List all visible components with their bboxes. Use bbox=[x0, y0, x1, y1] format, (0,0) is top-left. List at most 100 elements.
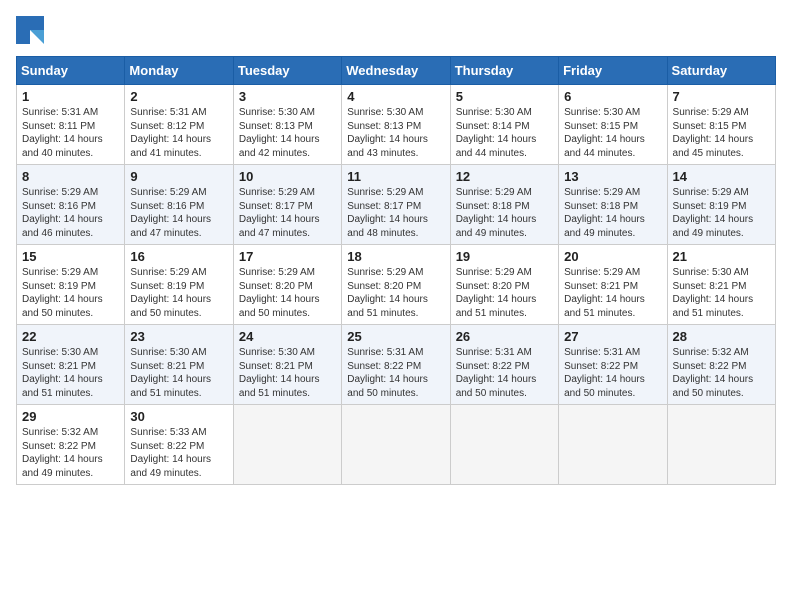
day-info: Sunrise: 5:29 AMSunset: 8:17 PMDaylight:… bbox=[347, 186, 444, 240]
page-header bbox=[16, 16, 776, 44]
calendar-cell: 12 Sunrise: 5:29 AMSunset: 8:18 PMDaylig… bbox=[450, 165, 558, 245]
calendar-cell: 9 Sunrise: 5:29 AMSunset: 8:16 PMDayligh… bbox=[125, 165, 233, 245]
day-number: 9 bbox=[130, 169, 227, 184]
calendar-cell: 16 Sunrise: 5:29 AMSunset: 8:19 PMDaylig… bbox=[125, 245, 233, 325]
calendar-cell: 6 Sunrise: 5:30 AMSunset: 8:15 PMDayligh… bbox=[559, 85, 667, 165]
day-info: Sunrise: 5:31 AMSunset: 8:12 PMDaylight:… bbox=[130, 106, 227, 160]
day-number: 25 bbox=[347, 329, 444, 344]
day-number: 8 bbox=[22, 169, 119, 184]
day-info: Sunrise: 5:29 AMSunset: 8:20 PMDaylight:… bbox=[239, 266, 336, 320]
day-info: Sunrise: 5:31 AMSunset: 8:22 PMDaylight:… bbox=[564, 346, 661, 400]
day-number: 29 bbox=[22, 409, 119, 424]
day-info: Sunrise: 5:31 AMSunset: 8:22 PMDaylight:… bbox=[456, 346, 553, 400]
calendar-cell: 28 Sunrise: 5:32 AMSunset: 8:22 PMDaylig… bbox=[667, 325, 775, 405]
calendar-week-3: 15 Sunrise: 5:29 AMSunset: 8:19 PMDaylig… bbox=[17, 245, 776, 325]
calendar-cell: 4 Sunrise: 5:30 AMSunset: 8:13 PMDayligh… bbox=[342, 85, 450, 165]
day-number: 19 bbox=[456, 249, 553, 264]
day-info: Sunrise: 5:30 AMSunset: 8:21 PMDaylight:… bbox=[239, 346, 336, 400]
day-number: 28 bbox=[673, 329, 770, 344]
day-info: Sunrise: 5:29 AMSunset: 8:20 PMDaylight:… bbox=[456, 266, 553, 320]
calendar-cell: 3 Sunrise: 5:30 AMSunset: 8:13 PMDayligh… bbox=[233, 85, 341, 165]
day-info: Sunrise: 5:30 AMSunset: 8:21 PMDaylight:… bbox=[22, 346, 119, 400]
day-info: Sunrise: 5:30 AMSunset: 8:14 PMDaylight:… bbox=[456, 106, 553, 160]
day-info: Sunrise: 5:29 AMSunset: 8:20 PMDaylight:… bbox=[347, 266, 444, 320]
day-number: 5 bbox=[456, 89, 553, 104]
calendar-cell: 18 Sunrise: 5:29 AMSunset: 8:20 PMDaylig… bbox=[342, 245, 450, 325]
calendar-week-5: 29 Sunrise: 5:32 AMSunset: 8:22 PMDaylig… bbox=[17, 405, 776, 485]
calendar-cell bbox=[233, 405, 341, 485]
calendar-cell: 15 Sunrise: 5:29 AMSunset: 8:19 PMDaylig… bbox=[17, 245, 125, 325]
logo-icon bbox=[16, 16, 44, 44]
day-info: Sunrise: 5:29 AMSunset: 8:17 PMDaylight:… bbox=[239, 186, 336, 240]
day-number: 7 bbox=[673, 89, 770, 104]
day-number: 13 bbox=[564, 169, 661, 184]
day-info: Sunrise: 5:30 AMSunset: 8:21 PMDaylight:… bbox=[130, 346, 227, 400]
day-info: Sunrise: 5:29 AMSunset: 8:19 PMDaylight:… bbox=[22, 266, 119, 320]
calendar-cell: 30 Sunrise: 5:33 AMSunset: 8:22 PMDaylig… bbox=[125, 405, 233, 485]
calendar-cell: 20 Sunrise: 5:29 AMSunset: 8:21 PMDaylig… bbox=[559, 245, 667, 325]
day-info: Sunrise: 5:32 AMSunset: 8:22 PMDaylight:… bbox=[673, 346, 770, 400]
calendar-cell: 25 Sunrise: 5:31 AMSunset: 8:22 PMDaylig… bbox=[342, 325, 450, 405]
day-number: 24 bbox=[239, 329, 336, 344]
calendar-cell: 8 Sunrise: 5:29 AMSunset: 8:16 PMDayligh… bbox=[17, 165, 125, 245]
weekday-sunday: Sunday bbox=[17, 57, 125, 85]
calendar-cell: 24 Sunrise: 5:30 AMSunset: 8:21 PMDaylig… bbox=[233, 325, 341, 405]
day-number: 18 bbox=[347, 249, 444, 264]
day-number: 27 bbox=[564, 329, 661, 344]
logo bbox=[16, 16, 48, 44]
calendar-week-1: 1 Sunrise: 5:31 AMSunset: 8:11 PMDayligh… bbox=[17, 85, 776, 165]
day-info: Sunrise: 5:30 AMSunset: 8:13 PMDaylight:… bbox=[347, 106, 444, 160]
day-info: Sunrise: 5:30 AMSunset: 8:13 PMDaylight:… bbox=[239, 106, 336, 160]
day-info: Sunrise: 5:29 AMSunset: 8:19 PMDaylight:… bbox=[673, 186, 770, 240]
calendar-cell: 29 Sunrise: 5:32 AMSunset: 8:22 PMDaylig… bbox=[17, 405, 125, 485]
day-info: Sunrise: 5:29 AMSunset: 8:19 PMDaylight:… bbox=[130, 266, 227, 320]
day-info: Sunrise: 5:32 AMSunset: 8:22 PMDaylight:… bbox=[22, 426, 119, 480]
weekday-header-row: SundayMondayTuesdayWednesdayThursdayFrid… bbox=[17, 57, 776, 85]
calendar-cell: 17 Sunrise: 5:29 AMSunset: 8:20 PMDaylig… bbox=[233, 245, 341, 325]
day-number: 2 bbox=[130, 89, 227, 104]
day-number: 26 bbox=[456, 329, 553, 344]
calendar-cell: 5 Sunrise: 5:30 AMSunset: 8:14 PMDayligh… bbox=[450, 85, 558, 165]
calendar-cell: 13 Sunrise: 5:29 AMSunset: 8:18 PMDaylig… bbox=[559, 165, 667, 245]
day-number: 3 bbox=[239, 89, 336, 104]
day-number: 20 bbox=[564, 249, 661, 264]
day-number: 12 bbox=[456, 169, 553, 184]
day-info: Sunrise: 5:29 AMSunset: 8:16 PMDaylight:… bbox=[130, 186, 227, 240]
calendar-cell: 27 Sunrise: 5:31 AMSunset: 8:22 PMDaylig… bbox=[559, 325, 667, 405]
day-info: Sunrise: 5:33 AMSunset: 8:22 PMDaylight:… bbox=[130, 426, 227, 480]
calendar-cell: 1 Sunrise: 5:31 AMSunset: 8:11 PMDayligh… bbox=[17, 85, 125, 165]
day-number: 4 bbox=[347, 89, 444, 104]
day-info: Sunrise: 5:29 AMSunset: 8:18 PMDaylight:… bbox=[456, 186, 553, 240]
day-number: 1 bbox=[22, 89, 119, 104]
weekday-saturday: Saturday bbox=[667, 57, 775, 85]
calendar-cell: 23 Sunrise: 5:30 AMSunset: 8:21 PMDaylig… bbox=[125, 325, 233, 405]
day-number: 30 bbox=[130, 409, 227, 424]
calendar-cell: 14 Sunrise: 5:29 AMSunset: 8:19 PMDaylig… bbox=[667, 165, 775, 245]
weekday-tuesday: Tuesday bbox=[233, 57, 341, 85]
day-number: 22 bbox=[22, 329, 119, 344]
day-number: 21 bbox=[673, 249, 770, 264]
day-number: 23 bbox=[130, 329, 227, 344]
weekday-monday: Monday bbox=[125, 57, 233, 85]
day-number: 15 bbox=[22, 249, 119, 264]
weekday-wednesday: Wednesday bbox=[342, 57, 450, 85]
calendar-cell: 7 Sunrise: 5:29 AMSunset: 8:15 PMDayligh… bbox=[667, 85, 775, 165]
calendar-week-2: 8 Sunrise: 5:29 AMSunset: 8:16 PMDayligh… bbox=[17, 165, 776, 245]
day-info: Sunrise: 5:31 AMSunset: 8:11 PMDaylight:… bbox=[22, 106, 119, 160]
day-number: 10 bbox=[239, 169, 336, 184]
day-info: Sunrise: 5:30 AMSunset: 8:21 PMDaylight:… bbox=[673, 266, 770, 320]
calendar-week-4: 22 Sunrise: 5:30 AMSunset: 8:21 PMDaylig… bbox=[17, 325, 776, 405]
calendar-cell: 11 Sunrise: 5:29 AMSunset: 8:17 PMDaylig… bbox=[342, 165, 450, 245]
calendar-cell bbox=[450, 405, 558, 485]
weekday-friday: Friday bbox=[559, 57, 667, 85]
calendar-cell: 19 Sunrise: 5:29 AMSunset: 8:20 PMDaylig… bbox=[450, 245, 558, 325]
day-number: 16 bbox=[130, 249, 227, 264]
day-info: Sunrise: 5:30 AMSunset: 8:15 PMDaylight:… bbox=[564, 106, 661, 160]
calendar-cell bbox=[667, 405, 775, 485]
day-number: 14 bbox=[673, 169, 770, 184]
weekday-thursday: Thursday bbox=[450, 57, 558, 85]
day-info: Sunrise: 5:29 AMSunset: 8:16 PMDaylight:… bbox=[22, 186, 119, 240]
calendar-cell: 26 Sunrise: 5:31 AMSunset: 8:22 PMDaylig… bbox=[450, 325, 558, 405]
calendar-body: 1 Sunrise: 5:31 AMSunset: 8:11 PMDayligh… bbox=[17, 85, 776, 485]
calendar-cell: 21 Sunrise: 5:30 AMSunset: 8:21 PMDaylig… bbox=[667, 245, 775, 325]
